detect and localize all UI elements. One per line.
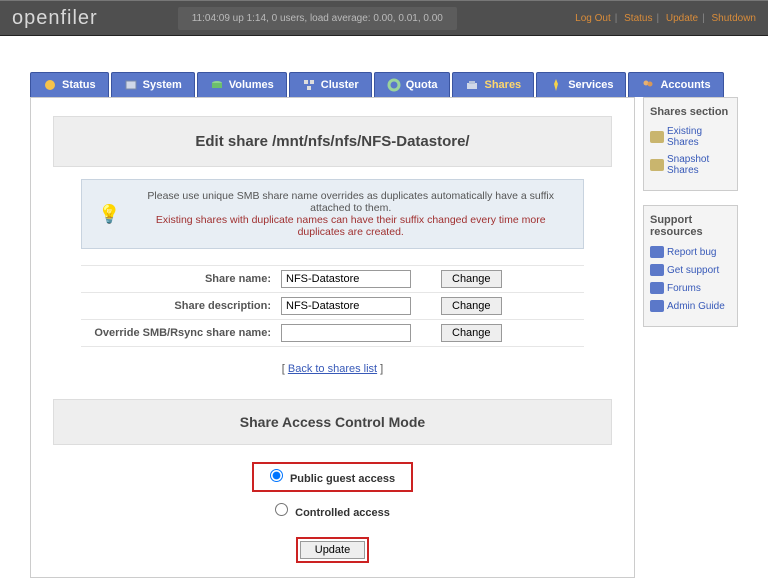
report-bug-link[interactable]: Report bug	[667, 247, 716, 258]
quota-icon	[387, 78, 401, 92]
snapshot-shares-link[interactable]: Snapshot Shares	[667, 154, 731, 176]
share-desc-change-button[interactable]: Change	[441, 297, 502, 315]
admin-guide-row: Admin Guide	[650, 300, 731, 312]
support-resources-box: Support resources Report bug Get support…	[643, 205, 738, 327]
share-desc-input[interactable]	[281, 297, 411, 315]
access-control-radios: Public guest access Controlled access Up…	[41, 459, 624, 563]
main-tabs: Status System Volumes Cluster Quota Shar…	[30, 72, 768, 97]
bug-icon	[650, 246, 664, 258]
existing-shares-link[interactable]: Existing Shares	[667, 126, 731, 148]
smb-override-row: Override SMB/Rsync share name: Change	[81, 319, 584, 347]
tab-system[interactable]: System	[111, 72, 195, 97]
tab-label: Quota	[406, 79, 438, 91]
accounts-icon	[641, 78, 655, 92]
tab-label: Status	[62, 79, 96, 91]
access-control-header: Share Access Control Mode	[53, 399, 612, 445]
existing-shares-link-row: Existing Shares	[650, 126, 731, 148]
tab-cluster[interactable]: Cluster	[289, 72, 372, 97]
status-icon	[43, 78, 57, 92]
shares-section-title: Shares section	[650, 106, 731, 118]
forums-link[interactable]: Forums	[667, 283, 701, 294]
shutdown-link[interactable]: Shutdown	[712, 13, 756, 24]
warning-line1: Please use unique SMB share name overrid…	[134, 190, 567, 214]
uptime-status: 11:04:09 up 1:14, 0 users, load average:…	[178, 7, 457, 30]
controlled-access-radio[interactable]	[275, 503, 288, 516]
tab-label: Accounts	[660, 79, 710, 91]
share-name-input[interactable]	[281, 270, 411, 288]
lightbulb-icon: 💡	[98, 204, 120, 225]
support-resources-title: Support resources	[650, 214, 731, 238]
public-access-option[interactable]: Public guest access	[252, 462, 413, 492]
update-link[interactable]: Update	[666, 13, 698, 24]
report-bug-row: Report bug	[650, 246, 731, 258]
tab-services[interactable]: Services	[536, 72, 626, 97]
forums-row: Forums	[650, 282, 731, 294]
logout-link[interactable]: Log Out	[575, 13, 611, 24]
tab-quota[interactable]: Quota	[374, 72, 451, 97]
share-desc-row: Share description: Change	[81, 292, 584, 319]
snapshot-shares-link-row: Snapshot Shares	[650, 154, 731, 176]
update-button-highlight: Update	[296, 537, 369, 563]
tab-status[interactable]: Status	[30, 72, 109, 97]
top-links: Log Out| Status| Update| Shutdown	[575, 13, 756, 24]
forums-icon	[650, 282, 664, 294]
controlled-access-option[interactable]: Controlled access	[259, 498, 406, 524]
edit-share-header: Edit share /mnt/nfs/nfs/NFS-Datastore/	[53, 116, 612, 167]
guide-icon	[650, 300, 664, 312]
get-support-row: Get support	[650, 264, 731, 276]
shares-section-box: Shares section Existing Shares Snapshot …	[643, 97, 738, 191]
tab-label: Services	[568, 79, 613, 91]
tab-label: Cluster	[321, 79, 359, 91]
update-button[interactable]: Update	[300, 541, 365, 559]
edit-share-title: Edit share /mnt/nfs/nfs/NFS-Datastore/	[54, 133, 611, 150]
topbar: openfiler 11:04:09 up 1:14, 0 users, loa…	[0, 0, 768, 36]
tab-label: System	[143, 79, 182, 91]
get-support-link[interactable]: Get support	[667, 265, 719, 276]
tab-label: Volumes	[229, 79, 274, 91]
tab-label: Shares	[484, 79, 521, 91]
public-access-radio[interactable]	[270, 469, 283, 482]
share-desc-label: Share description:	[81, 300, 281, 312]
smb-override-change-button[interactable]: Change	[441, 324, 502, 342]
back-to-shares-link[interactable]: Back to shares list	[288, 363, 377, 375]
warning-line2: Existing shares with duplicate names can…	[134, 214, 567, 238]
smb-override-input[interactable]	[281, 324, 411, 342]
warning-text: Please use unique SMB share name overrid…	[134, 190, 567, 238]
status-link[interactable]: Status	[624, 13, 652, 24]
tab-shares[interactable]: Shares	[452, 72, 534, 97]
public-access-label: Public guest access	[290, 473, 395, 485]
smb-override-label: Override SMB/Rsync share name:	[81, 327, 281, 339]
share-form: Share name: Change Share description: Ch…	[81, 265, 584, 347]
share-name-row: Share name: Change	[81, 265, 584, 292]
sidebar: Shares section Existing Shares Snapshot …	[643, 97, 738, 341]
main-panel: Edit share /mnt/nfs/nfs/NFS-Datastore/ 💡…	[30, 97, 635, 578]
share-name-label: Share name:	[81, 273, 281, 285]
volumes-icon	[210, 78, 224, 92]
folder-icon	[650, 131, 664, 143]
tab-volumes[interactable]: Volumes	[197, 72, 287, 97]
services-icon	[549, 78, 563, 92]
admin-guide-link[interactable]: Admin Guide	[667, 301, 725, 312]
system-icon	[124, 78, 138, 92]
shares-icon	[465, 78, 479, 92]
support-icon	[650, 264, 664, 276]
logo: openfiler	[12, 7, 98, 30]
cluster-icon	[302, 78, 316, 92]
controlled-access-label: Controlled access	[295, 507, 390, 519]
access-control-title: Share Access Control Mode	[54, 414, 611, 430]
back-link-container: [ Back to shares list ]	[41, 363, 624, 375]
tab-accounts[interactable]: Accounts	[628, 72, 723, 97]
folder-icon	[650, 159, 664, 171]
warning-box: 💡 Please use unique SMB share name overr…	[81, 179, 584, 249]
share-name-change-button[interactable]: Change	[441, 270, 502, 288]
